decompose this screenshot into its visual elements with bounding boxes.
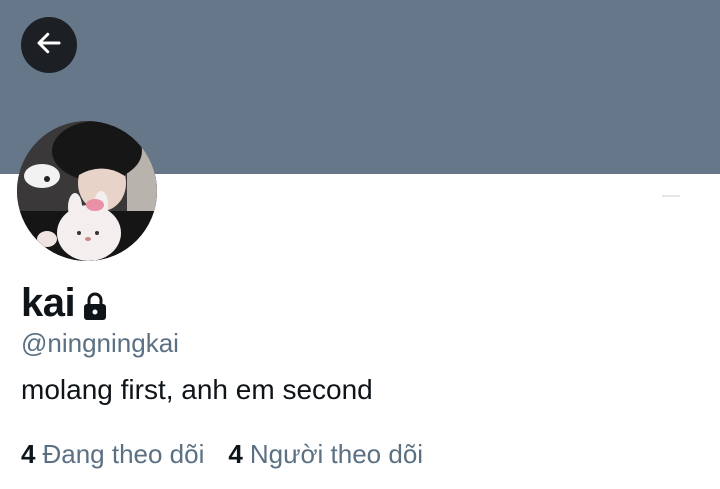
following-link[interactable]: 4 Đang theo dõi (21, 437, 204, 471)
display-name: kai (21, 281, 76, 325)
followers-label: Người theo dõi (249, 439, 424, 469)
following-label: Đang theo dõi (42, 439, 205, 469)
divider (662, 195, 680, 197)
following-count: 4 (21, 439, 36, 469)
bio-text: molang first, anh em second (21, 374, 373, 405)
followers-link[interactable]: 4 Người theo dõi (228, 437, 423, 471)
profile-page: kai @ningningkai molang first, anh em se… (0, 0, 720, 489)
lock-icon (81, 291, 109, 321)
name-row: kai (21, 280, 109, 326)
back-button[interactable] (21, 17, 77, 73)
avatar[interactable] (17, 121, 157, 261)
follow-stats: 4 Đang theo dõi 4 Người theo dõi (21, 437, 423, 471)
username-handle: @ningningkai (21, 328, 179, 358)
arrow-left-icon (34, 28, 64, 63)
followers-count: 4 (228, 439, 243, 469)
